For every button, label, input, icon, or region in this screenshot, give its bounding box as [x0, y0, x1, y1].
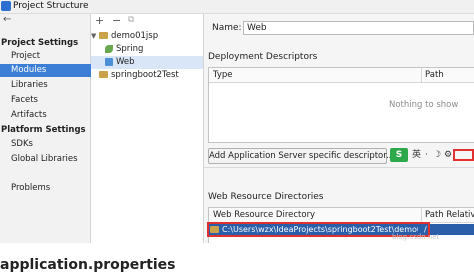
- ime-moon-icon[interactable]: ☽: [433, 148, 441, 162]
- column-header-path[interactable]: Path: [425, 69, 444, 82]
- bottom-heading: application.properties: [0, 257, 176, 273]
- web-resource-directories-title: Web Resource Directories: [208, 192, 324, 202]
- ime-settings-icon[interactable]: ⚙: [444, 148, 452, 162]
- ime-language-toggle[interactable]: 英: [412, 148, 421, 162]
- platform-settings-header: Platform Settings: [1, 125, 86, 135]
- column-header-web-resource-directory[interactable]: Web Resource Directory: [213, 209, 315, 222]
- tree-item-demo01jsp[interactable]: ▼ demo01jsp: [91, 30, 203, 43]
- column-header-path-relative[interactable]: Path Relative: [425, 209, 474, 222]
- column-divider: [421, 68, 422, 82]
- back-arrow-icon[interactable]: ←: [3, 15, 11, 25]
- sidebar-item-artifacts[interactable]: Artifacts: [0, 109, 101, 122]
- column-divider: [421, 208, 422, 222]
- folder-icon: [99, 32, 108, 39]
- sogou-ime-logo[interactable]: S: [390, 148, 408, 162]
- tree-item-springboot2test[interactable]: springboot2Test: [91, 69, 203, 82]
- name-label: Name:: [212, 23, 242, 33]
- ime-punctuation-icon[interactable]: ·: [425, 148, 428, 162]
- module-tree-pane: + − ⧉ ▼ demo01jsp Spring Web springboot2T…: [91, 14, 204, 243]
- tree-item-spring[interactable]: Spring: [91, 43, 203, 56]
- sidebar-item-global-libraries[interactable]: Global Libraries: [0, 153, 101, 166]
- empty-table-message: Nothing to show: [389, 100, 459, 110]
- deployment-descriptors-title: Deployment Descriptors: [208, 52, 318, 62]
- highlight-box: [453, 149, 474, 161]
- project-settings-header: Project Settings: [1, 38, 79, 48]
- sidebar-item-modules[interactable]: Modules: [0, 64, 101, 77]
- settings-sidebar: ← Project Settings Project Modules Libra…: [0, 14, 101, 243]
- add-server-descriptor-button[interactable]: Add Application Server specific descript…: [208, 148, 394, 164]
- spring-icon: [105, 44, 113, 53]
- folder-icon: [99, 71, 108, 78]
- sidebar-item-facets[interactable]: Facets: [0, 94, 101, 107]
- sidebar-item-problems[interactable]: Problems: [0, 182, 101, 195]
- sidebar-item-sdks[interactable]: SDKs: [0, 138, 101, 151]
- sidebar-item-libraries[interactable]: Libraries: [0, 79, 101, 92]
- divider: [204, 167, 474, 168]
- watermark: blog.csdn.net: [392, 233, 440, 241]
- deployment-descriptors-table[interactable]: Type Path Nothing to show: [208, 67, 474, 143]
- remove-button[interactable]: −: [112, 15, 121, 26]
- window-title: Project Structure: [13, 1, 89, 11]
- app-icon: [1, 1, 11, 11]
- tree-item-web[interactable]: Web: [91, 56, 203, 69]
- column-header-type[interactable]: Type: [213, 69, 233, 82]
- chevron-down-icon[interactable]: ▼: [91, 30, 99, 43]
- web-facet-icon: [105, 57, 113, 66]
- copy-button[interactable]: ⧉: [128, 15, 134, 26]
- add-button[interactable]: +: [95, 15, 104, 26]
- sidebar-item-project[interactable]: Project: [0, 50, 101, 63]
- name-input[interactable]: [243, 21, 474, 35]
